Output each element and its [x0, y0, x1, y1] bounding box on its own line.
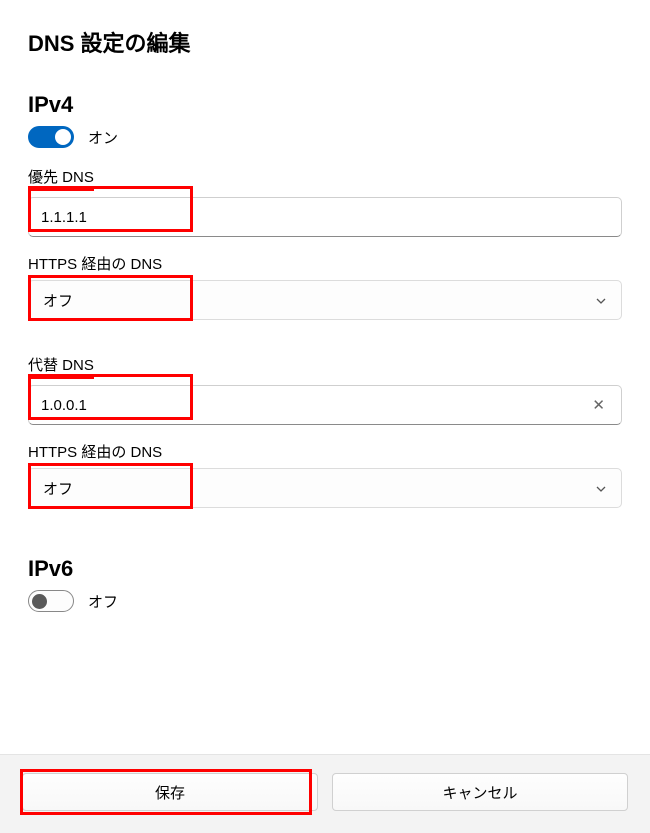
doh1-value: オフ	[43, 290, 73, 311]
ipv6-heading: IPv6	[28, 556, 622, 582]
chevron-down-icon	[595, 482, 607, 494]
ipv4-heading: IPv4	[28, 92, 622, 118]
primary-dns-input[interactable]: 1.1.1.1	[28, 197, 622, 237]
save-button[interactable]: 保存	[22, 773, 318, 811]
doh1-label: HTTPS 経由の DNS	[28, 253, 162, 274]
clear-input-icon[interactable]: ✕	[588, 396, 609, 414]
doh2-label: HTTPS 経由の DNS	[28, 441, 162, 462]
doh2-value: オフ	[43, 478, 73, 499]
primary-dns-label: 優先 DNS	[28, 166, 94, 191]
doh2-dropdown[interactable]: オフ	[28, 468, 622, 508]
ipv4-toggle[interactable]	[28, 126, 74, 148]
primary-dns-value: 1.1.1.1	[41, 209, 609, 226]
ipv6-toggle[interactable]	[28, 590, 74, 612]
ipv4-toggle-label: オン	[88, 127, 118, 148]
ipv6-toggle-label: オフ	[88, 591, 118, 612]
dialog-footer: 保存 キャンセル	[0, 754, 650, 833]
cancel-button[interactable]: キャンセル	[332, 773, 628, 811]
alt-dns-input[interactable]: 1.0.0.1 ✕	[28, 385, 622, 425]
chevron-down-icon	[595, 294, 607, 306]
alt-dns-value: 1.0.0.1	[41, 397, 588, 414]
alt-dns-label: 代替 DNS	[28, 354, 94, 379]
doh1-dropdown[interactable]: オフ	[28, 280, 622, 320]
dialog-title: DNS 設定の編集	[28, 26, 622, 58]
